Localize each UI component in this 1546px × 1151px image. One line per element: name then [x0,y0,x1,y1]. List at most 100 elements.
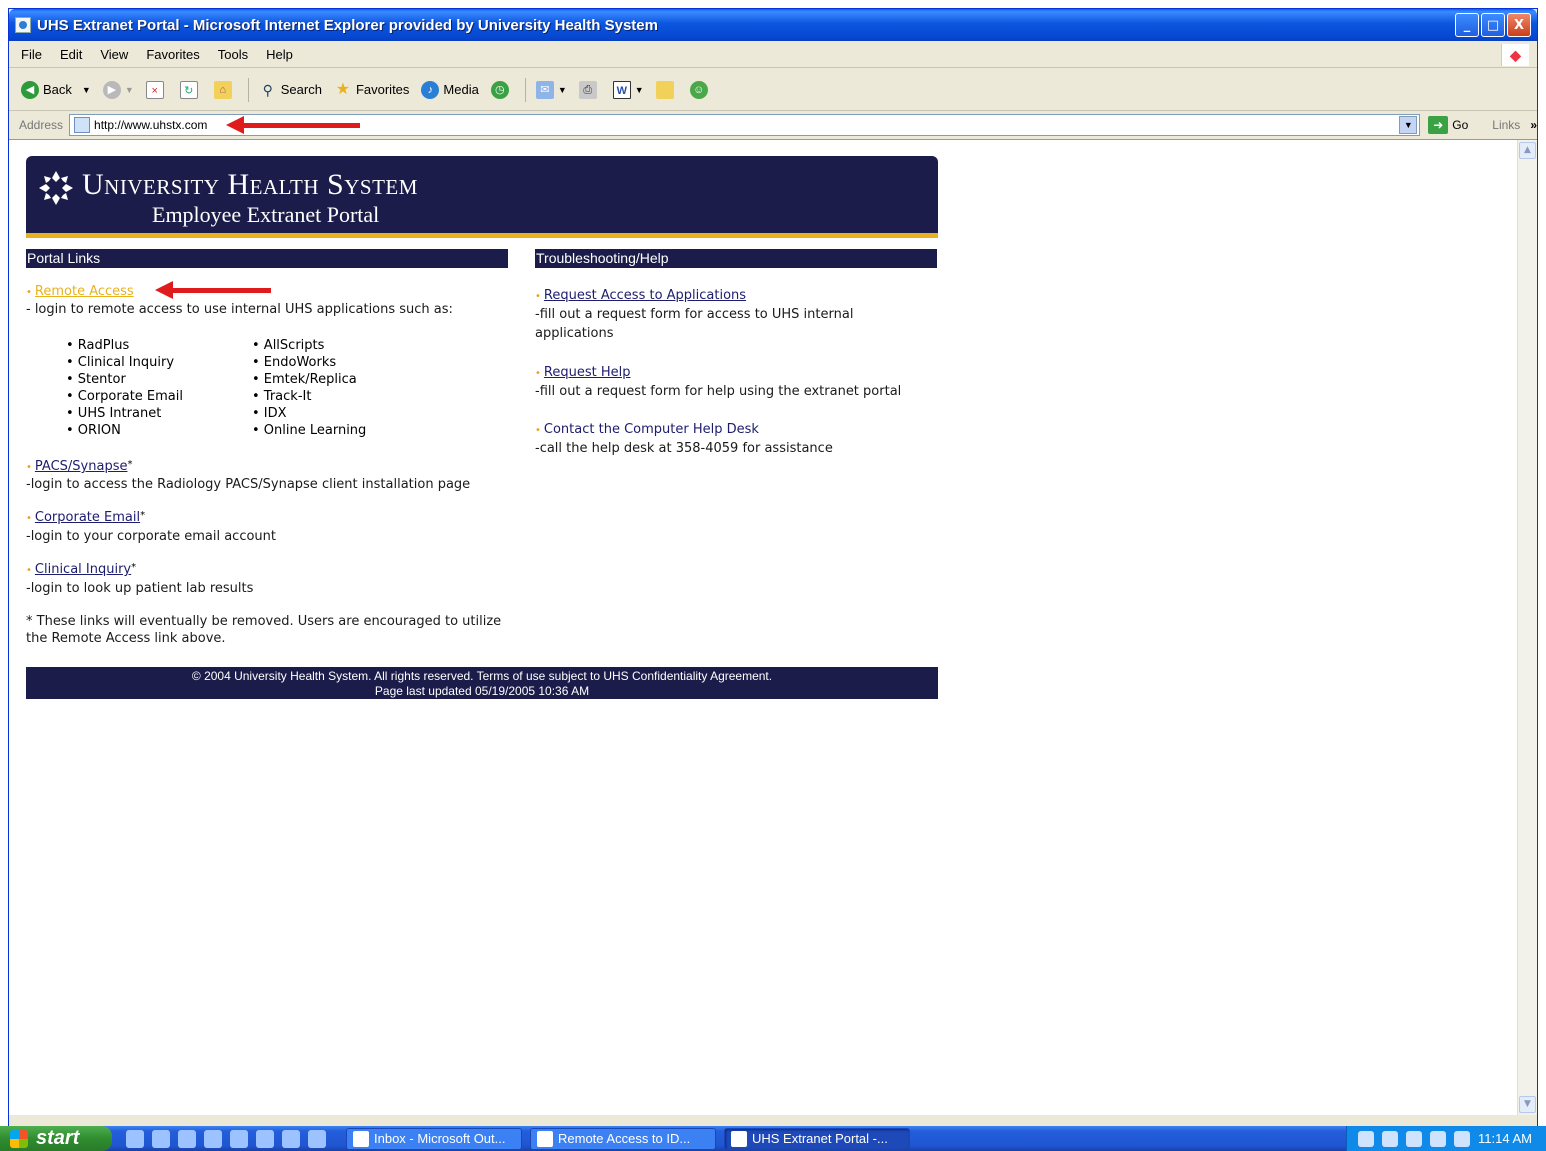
messenger-button[interactable]: ☺ [689,80,712,99]
uhs-banner: University Health System Employee Extran… [26,156,938,238]
maximize-button[interactable]: □ [1481,13,1505,37]
ie-quicklaunch-icon[interactable] [126,1129,144,1148]
request-help-link[interactable]: Request Help [544,365,631,380]
browser-quicklaunch-icon[interactable] [178,1129,196,1148]
app-item: • Track-It [252,389,312,404]
address-label: Address [19,118,64,132]
clinical-inquiry-link[interactable]: Clinical Inquiry [35,562,131,577]
pacs-synapse-link[interactable]: PACS/Synapse [35,459,128,474]
menu-help[interactable]: Help [266,47,293,62]
task-word[interactable]: Remote Access to ID... [530,1127,716,1150]
tray-icon[interactable] [1382,1130,1399,1147]
discuss-button[interactable] [655,80,678,99]
links-label[interactable]: Links [1492,118,1520,132]
print-button[interactable]: ⎙ [578,80,601,99]
back-button[interactable]: ◀ Back ▼ [21,80,91,99]
system-tray: 11:14 AM [1346,1126,1546,1151]
forward-dropdown-icon[interactable]: ▼ [125,85,134,95]
edit-button[interactable]: W ▼ [612,80,644,99]
search-icon: ⚲ [262,81,273,98]
asterisk-mark: * [140,510,146,521]
request-access-row: • Request Access to Applications [535,288,746,303]
standard-toolbar: ◀ Back ▼ ▶ ▼ × ↻ ⌂ ⚲ Search ★ Favorites … [9,69,1537,111]
menu-view[interactable]: View [100,47,128,62]
media-label: Media [443,82,479,97]
folder-icon [655,80,674,99]
media-button[interactable]: ♪ Media [421,80,479,99]
stop-button[interactable]: × [145,80,168,99]
menu-edit[interactable]: Edit [60,47,82,62]
mail-button[interactable]: ✉ ▼ [535,80,567,99]
request-help-description: -fill out a request form for help using … [535,384,902,399]
corporate-email-description: -login to your corporate email account [26,529,277,544]
clock[interactable]: 11:14 AM [1478,1131,1532,1146]
menu-favorites[interactable]: Favorites [146,47,199,62]
menu-bar: File Edit View Favorites Tools Help ◆ [9,42,1537,68]
address-input[interactable]: http://www.uhstx.com ▼ [69,114,1421,136]
address-url[interactable]: http://www.uhstx.com [94,118,207,132]
tool-quicklaunch-icon[interactable] [230,1129,248,1148]
search-button[interactable]: ⚲ Search [259,81,322,99]
desktop-quicklaunch-icon[interactable] [308,1129,326,1148]
last-updated-line: Page last updated 05/19/2005 10:36 AM [374,684,590,698]
title-bar[interactable]: UHS Extranet Portal - Microsoft Internet… [9,9,1537,41]
scroll-down-button[interactable]: ▼ [1519,1096,1536,1113]
help-section: Troubleshooting/Help • Request Access to … [535,249,937,456]
links-chevron-icon[interactable]: » [1530,118,1537,132]
window-controls: _ □ X [1455,13,1531,37]
history-button[interactable]: ◷ [490,80,513,99]
edit-dropdown-icon[interactable]: ▼ [635,85,644,95]
task-ie[interactable]: UHS Extranet Portal -... [724,1127,910,1150]
outlook-quicklaunch-icon[interactable] [152,1129,170,1148]
favorites-label: Favorites [355,82,410,97]
media-quicklaunch-icon[interactable] [204,1129,222,1148]
word-edit-icon: W [612,80,631,99]
search-quicklaunch-icon[interactable] [256,1129,274,1148]
home-button[interactable]: ⌂ [213,80,236,99]
word-icon [537,1130,553,1147]
tray-icon[interactable] [1406,1130,1423,1147]
menu-tools[interactable]: Tools [218,47,248,62]
app-item: • Corporate Email [66,389,183,404]
app-item: • UHS Intranet [66,406,162,421]
refresh-button[interactable]: ↻ [179,80,202,99]
start-button[interactable]: start [0,1126,112,1151]
menu-file[interactable]: File [21,47,42,62]
forward-button[interactable]: ▶ ▼ [102,80,134,99]
task-label: UHS Extranet Portal -... [752,1131,888,1146]
tray-icon[interactable] [1454,1130,1471,1147]
tray-icon[interactable] [1430,1130,1447,1147]
bullet-icon: • [535,291,541,302]
app-item: • Online Learning [252,423,367,438]
scroll-up-button[interactable]: ▲ [1519,142,1536,159]
task-label: Remote Access to ID... [558,1131,691,1146]
app-quicklaunch-icon[interactable] [282,1129,300,1148]
corporate-email-link[interactable]: Corporate Email [35,510,140,525]
contact-helpdesk-text: Contact the Computer Help Desk [543,422,759,437]
task-outlook[interactable]: Inbox - Microsoft Out... [346,1127,522,1150]
go-button[interactable]: ➜ Go [1428,116,1468,134]
mail-icon: ✉ [535,80,554,99]
mail-dropdown-icon[interactable]: ▼ [558,85,567,95]
print-icon: ⎙ [578,80,597,99]
back-dropdown-icon[interactable]: ▼ [82,85,91,95]
windows-logo-icon: ◆ [1501,44,1529,66]
window-title: UHS Extranet Portal - Microsoft Internet… [37,16,658,34]
ie-icon [731,1130,747,1147]
bullet-icon: • [26,462,32,473]
bullet-icon: • [26,513,32,524]
tray-icon[interactable] [1358,1130,1375,1147]
address-dropdown-icon[interactable]: ▼ [1399,116,1418,134]
page-content: University Health System Employee Extran… [26,156,938,699]
favorites-button[interactable]: ★ Favorites [334,81,410,99]
request-access-link[interactable]: Request Access to Applications [544,288,746,303]
vertical-scrollbar[interactable]: ▲ ▼ [1517,140,1537,1115]
remote-access-row: • Remote Access [26,284,134,299]
close-button[interactable]: X [1507,13,1531,37]
app-item: • EndoWorks [252,355,337,370]
bullet-icon: • [26,287,32,298]
remote-access-link[interactable]: Remote Access [35,284,134,299]
app-item: • RadPlus [66,338,130,353]
asterisk-mark: * [131,562,137,573]
minimize-button[interactable]: _ [1455,13,1479,37]
